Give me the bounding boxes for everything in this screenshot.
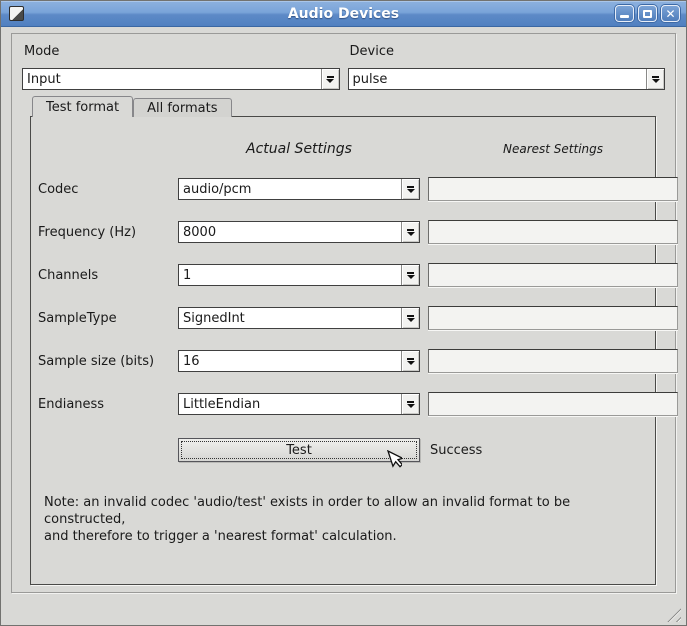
chevron-down-icon[interactable]	[401, 179, 419, 199]
sample-size-value: 16	[179, 354, 401, 369]
test-format-panel: Actual Settings Nearest Settings Codec a…	[30, 116, 656, 585]
frequency-label: Frequency (Hz)	[38, 225, 170, 240]
test-row: Test Success	[38, 438, 648, 462]
chevron-down-icon[interactable]	[401, 308, 419, 328]
channels-nearest-field	[428, 263, 678, 287]
mode-value: Input	[23, 72, 321, 87]
codec-nearest-field	[428, 177, 678, 201]
tab-all-formats[interactable]: All formats	[133, 98, 231, 117]
channels-label: Channels	[38, 268, 170, 283]
chevron-down-icon[interactable]	[646, 69, 664, 89]
window-controls: ✕	[615, 5, 680, 22]
resize-grip[interactable]	[667, 608, 681, 622]
test-status-label: Success	[428, 443, 482, 458]
mode-label: Mode	[24, 44, 340, 59]
close-button[interactable]: ✕	[661, 5, 680, 22]
sample-type-value: SignedInt	[179, 311, 401, 326]
maximize-button[interactable]	[638, 5, 657, 22]
endianness-select[interactable]: LittleEndian	[178, 393, 420, 415]
content-frame: Mode Input Device pulse Test format Al	[11, 33, 676, 593]
chevron-down-icon[interactable]	[401, 265, 419, 285]
actual-settings-header: Actual Settings	[178, 141, 420, 157]
codec-value: audio/pcm	[179, 182, 401, 197]
mode-select[interactable]: Input	[22, 68, 340, 90]
test-button[interactable]: Test	[178, 438, 420, 462]
endianness-label: Endianess	[38, 397, 170, 412]
note-text: Note: an invalid codec 'audio/test' exis…	[44, 494, 648, 545]
nearest-settings-header: Nearest Settings	[428, 142, 678, 156]
chevron-down-icon[interactable]	[401, 394, 419, 414]
sample-size-select[interactable]: 16	[178, 350, 420, 372]
minimize-icon	[620, 15, 629, 18]
tab-test-format[interactable]: Test format	[32, 96, 133, 117]
sample-type-label: SampleType	[38, 311, 170, 326]
audio-devices-window: Audio Devices ✕ Mode Input Device	[0, 0, 687, 626]
sample-size-row: Sample size (bits) 16	[38, 349, 648, 373]
close-icon: ✕	[665, 8, 675, 20]
channels-select[interactable]: 1	[178, 264, 420, 286]
titlebar[interactable]: Audio Devices ✕	[1, 1, 686, 27]
window-title: Audio Devices	[1, 6, 686, 22]
window-body: Mode Input Device pulse Test format Al	[1, 27, 686, 626]
channels-row: Channels 1	[38, 263, 648, 287]
column-headers: Actual Settings Nearest Settings	[38, 141, 648, 157]
frequency-value: 8000	[179, 225, 401, 240]
note-line-2: and therefore to trigger a 'nearest form…	[44, 528, 648, 545]
note-line-1: Note: an invalid codec 'audio/test' exis…	[44, 494, 648, 528]
device-value: pulse	[349, 72, 647, 87]
sample-size-nearest-field	[428, 349, 678, 373]
device-label: Device	[350, 44, 666, 59]
codec-row: Codec audio/pcm	[38, 177, 648, 201]
codec-select[interactable]: audio/pcm	[178, 178, 420, 200]
sample-type-select[interactable]: SignedInt	[178, 307, 420, 329]
tab-bar: Test format All formats	[32, 96, 665, 116]
sample-type-row: SampleType SignedInt	[38, 306, 648, 330]
device-select[interactable]: pulse	[348, 68, 666, 90]
frequency-nearest-field	[428, 220, 678, 244]
window-icon[interactable]	[9, 6, 24, 21]
mode-device-row: Mode Input Device pulse	[22, 42, 665, 90]
sample-type-nearest-field	[428, 306, 678, 330]
channels-value: 1	[179, 268, 401, 283]
maximize-icon	[643, 10, 652, 18]
endianness-row: Endianess LittleEndian	[38, 392, 648, 416]
frequency-select[interactable]: 8000	[178, 221, 420, 243]
chevron-down-icon[interactable]	[321, 69, 339, 89]
chevron-down-icon[interactable]	[401, 222, 419, 242]
minimize-button[interactable]	[615, 5, 634, 22]
sample-size-label: Sample size (bits)	[38, 354, 170, 369]
endianness-nearest-field	[428, 392, 678, 416]
frequency-row: Frequency (Hz) 8000	[38, 220, 648, 244]
chevron-down-icon[interactable]	[401, 351, 419, 371]
endianness-value: LittleEndian	[179, 397, 401, 412]
codec-label: Codec	[38, 182, 170, 197]
